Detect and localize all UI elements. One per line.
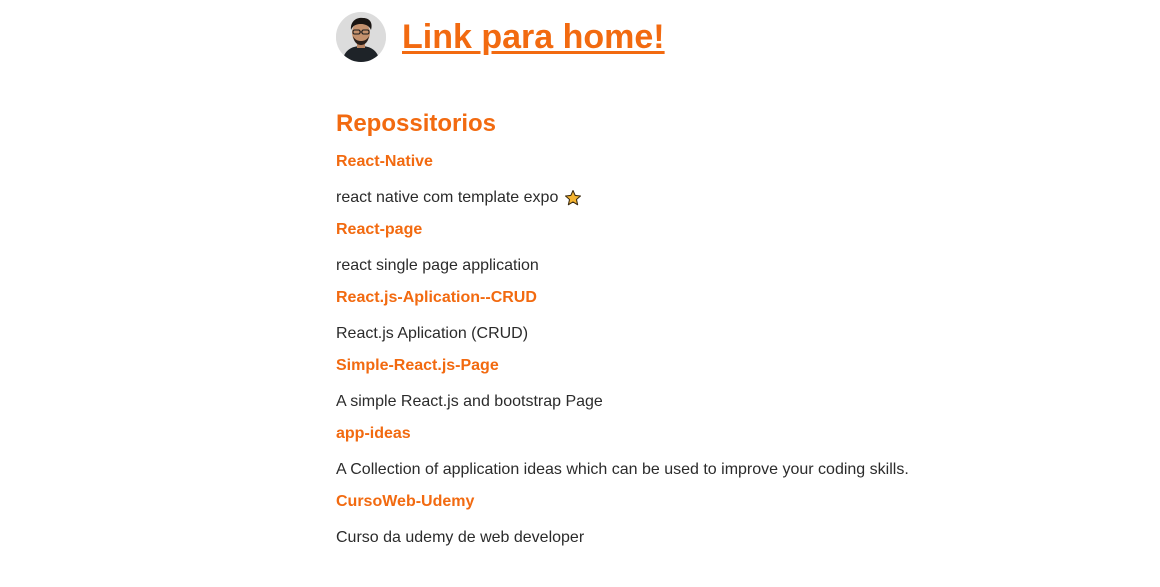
repo-description: React.js Aplication (CRUD) — [336, 323, 1036, 345]
repo-name-link[interactable]: Simple-React.js-Page — [336, 357, 1036, 375]
repo-list: React-Native react native com template e… — [336, 153, 1036, 549]
repo-description-text: React.js Aplication (CRUD) — [336, 325, 529, 342]
repo-name-link[interactable]: React-page — [336, 221, 1036, 239]
repo-description-text: react native com template expo — [336, 189, 559, 206]
repo-description-text: A simple React.js and bootstrap Page — [336, 393, 603, 410]
repo-description-text: Curso da udemy de web developer — [336, 529, 585, 546]
repo-name-link[interactable]: React.js-Aplication--CRUD — [336, 289, 1036, 307]
section-title: Repossitorios — [336, 110, 497, 137]
home-link[interactable]: Link para home! — [402, 12, 665, 62]
repo-item: React-page react single page application — [336, 221, 1036, 277]
repo-item: Simple-React.js-Page A simple React.js a… — [336, 357, 1036, 413]
repo-description-text: react single page application — [336, 257, 539, 274]
repo-item: app-ideas A Collection of application id… — [336, 425, 1036, 481]
repo-item: CursoWeb-Udemy Curso da udemy de web dev… — [336, 493, 1036, 549]
repo-name-link[interactable]: app-ideas — [336, 425, 1036, 443]
repo-name-link[interactable]: React-Native — [336, 153, 1036, 171]
repo-item: React.js-Aplication--CRUD React.js Aplic… — [336, 289, 1036, 345]
avatar — [336, 12, 386, 62]
repo-description-text: A Collection of application ideas which … — [336, 461, 909, 478]
repo-description: Curso da udemy de web developer — [336, 527, 1036, 549]
header: Link para home! — [336, 12, 1036, 62]
repo-item: React-Native react native com template e… — [336, 153, 1036, 209]
repo-description: A Collection of application ideas which … — [336, 459, 1036, 481]
repo-name-link[interactable]: CursoWeb-Udemy — [336, 493, 1036, 511]
repo-description: react single page application — [336, 255, 1036, 277]
repo-description: react native com template expo — [336, 187, 1036, 209]
star-emoji-icon — [564, 189, 582, 207]
page-container: Link para home! Repossitorios React-Nati… — [336, 12, 1036, 561]
repo-description: A simple React.js and bootstrap Page — [336, 391, 1036, 413]
